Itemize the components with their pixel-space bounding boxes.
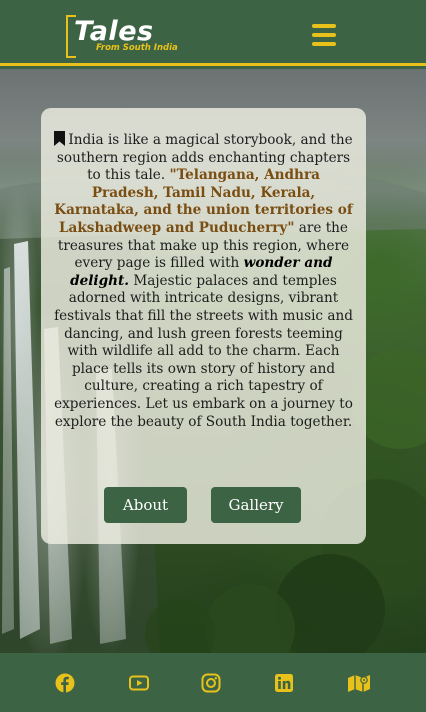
hamburger-menu-icon[interactable]: [312, 24, 336, 46]
gallery-button[interactable]: Gallery: [211, 487, 301, 523]
intro-card: India is like a magical storybook, and t…: [41, 108, 366, 544]
linkedin-icon[interactable]: [274, 673, 294, 693]
site-logo[interactable]: Tales From South India: [66, 15, 196, 59]
top-nav-bar: Tales From South India: [0, 0, 426, 66]
bookmark-icon: [54, 131, 66, 146]
map-icon[interactable]: [347, 673, 371, 693]
youtube-icon[interactable]: [129, 673, 149, 693]
footer-bar: [0, 653, 426, 712]
facebook-icon[interactable]: [55, 673, 75, 693]
intro-text-part3: Majestic palaces and temples adorned wit…: [54, 272, 353, 430]
intro-paragraph: India is like a magical storybook, and t…: [53, 131, 354, 431]
logo-subtitle: From South India: [96, 43, 178, 53]
about-button[interactable]: About: [104, 487, 187, 523]
instagram-icon[interactable]: [201, 673, 221, 693]
